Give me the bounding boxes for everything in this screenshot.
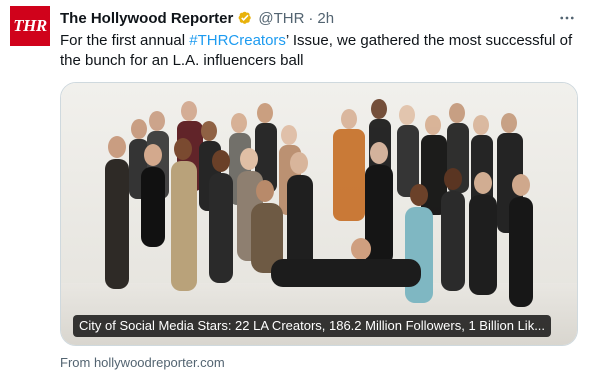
card-source-link[interactable]: From hollywoodreporter.com (60, 355, 225, 370)
tweet[interactable]: THR The Hollywood Reporter @THR · 2h For… (0, 0, 590, 372)
card-title[interactable]: City of Social Media Stars: 22 LA Creato… (73, 315, 552, 337)
tweet-text: For the first annual #THRCreators’ Issue… (60, 31, 575, 71)
author-handle[interactable]: @THR (258, 10, 304, 27)
avatar-logo-text: THR (13, 16, 47, 35)
card-photo[interactable] (61, 83, 578, 346)
header-separator: · (308, 9, 314, 27)
tweet-text-start: For the first annual (60, 32, 190, 49)
tweet-header: The Hollywood Reporter @THR · 2h (60, 8, 334, 28)
hashtag-link[interactable]: #THRCreators (189, 32, 286, 49)
link-card[interactable]: City of Social Media Stars: 22 LA Creato… (60, 82, 578, 346)
verified-badge-icon[interactable] (236, 9, 254, 27)
avatar[interactable]: THR (10, 6, 50, 46)
more-horizontal-icon[interactable] (556, 8, 578, 28)
author-name[interactable]: The Hollywood Reporter (60, 10, 233, 27)
tweet-timestamp[interactable]: 2h (317, 10, 334, 27)
